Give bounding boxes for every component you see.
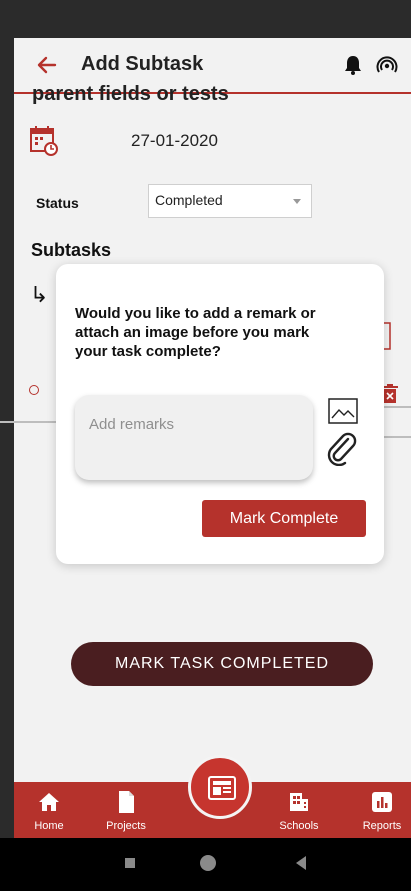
home-circle-icon[interactable] xyxy=(200,855,216,871)
status-label: Status xyxy=(36,195,79,211)
status-selected-value: Completed xyxy=(155,192,223,208)
notifications-button[interactable] xyxy=(344,55,362,75)
card-icon xyxy=(208,776,236,800)
document-icon xyxy=(119,791,134,813)
nav-item-projects[interactable]: Projects xyxy=(91,782,161,838)
nav-label-schools: Schools xyxy=(279,820,319,832)
system-navigation-bar xyxy=(0,838,411,891)
bar-chart-icon xyxy=(372,792,392,812)
building-icon xyxy=(290,793,308,811)
dialog-message: Would you like to add a remark or attach… xyxy=(75,305,316,360)
home-icon xyxy=(39,793,59,811)
nav-item-schools[interactable]: Schools xyxy=(264,782,334,838)
mark-complete-button[interactable]: Mark Complete xyxy=(202,500,366,537)
center-action-button[interactable] xyxy=(188,755,252,819)
mark-task-completed-button[interactable]: MARK TASK COMPLETED xyxy=(71,642,373,686)
remarks-input[interactable] xyxy=(87,415,301,434)
subtask-arrow-icon: ↳ xyxy=(30,282,49,307)
back-triangle-icon[interactable] xyxy=(296,856,306,870)
remarks-field[interactable] xyxy=(75,395,313,480)
paperclip-icon xyxy=(327,432,357,467)
remark-dialog: Would you like to add a remark or attach… xyxy=(56,264,384,564)
image-icon xyxy=(328,398,358,424)
recent-apps-icon[interactable] xyxy=(125,858,135,868)
task-date: 27-01-2020 xyxy=(131,131,218,150)
connectivity-button[interactable] xyxy=(376,55,398,75)
trash-icon[interactable] xyxy=(382,384,398,404)
nav-item-reports[interactable]: Reports xyxy=(347,782,411,838)
subtasks-heading: Subtasks xyxy=(31,240,112,260)
arrow-left-icon xyxy=(37,56,57,74)
chevron-down-icon xyxy=(293,199,301,204)
attach-image-button[interactable] xyxy=(328,398,358,424)
calendar-icon[interactable] xyxy=(30,125,58,157)
nav-item-home[interactable]: Home xyxy=(14,782,84,838)
back-button[interactable] xyxy=(34,52,60,78)
radio-circle-icon[interactable] xyxy=(29,385,39,395)
parent-task-title: parent fields or tests xyxy=(32,83,229,105)
signal-icon xyxy=(376,56,398,73)
attach-file-button[interactable] xyxy=(326,432,358,467)
status-dropdown[interactable]: Completed xyxy=(148,184,312,218)
app-frame: Add Subtask parent fields or tests 27-01… xyxy=(0,0,411,891)
nav-label-home: Home xyxy=(34,820,64,832)
page-title: Add Subtask xyxy=(81,53,204,75)
nav-label-projects: Projects xyxy=(106,820,146,832)
bell-icon xyxy=(345,56,361,75)
nav-label-reports: Reports xyxy=(362,820,402,832)
